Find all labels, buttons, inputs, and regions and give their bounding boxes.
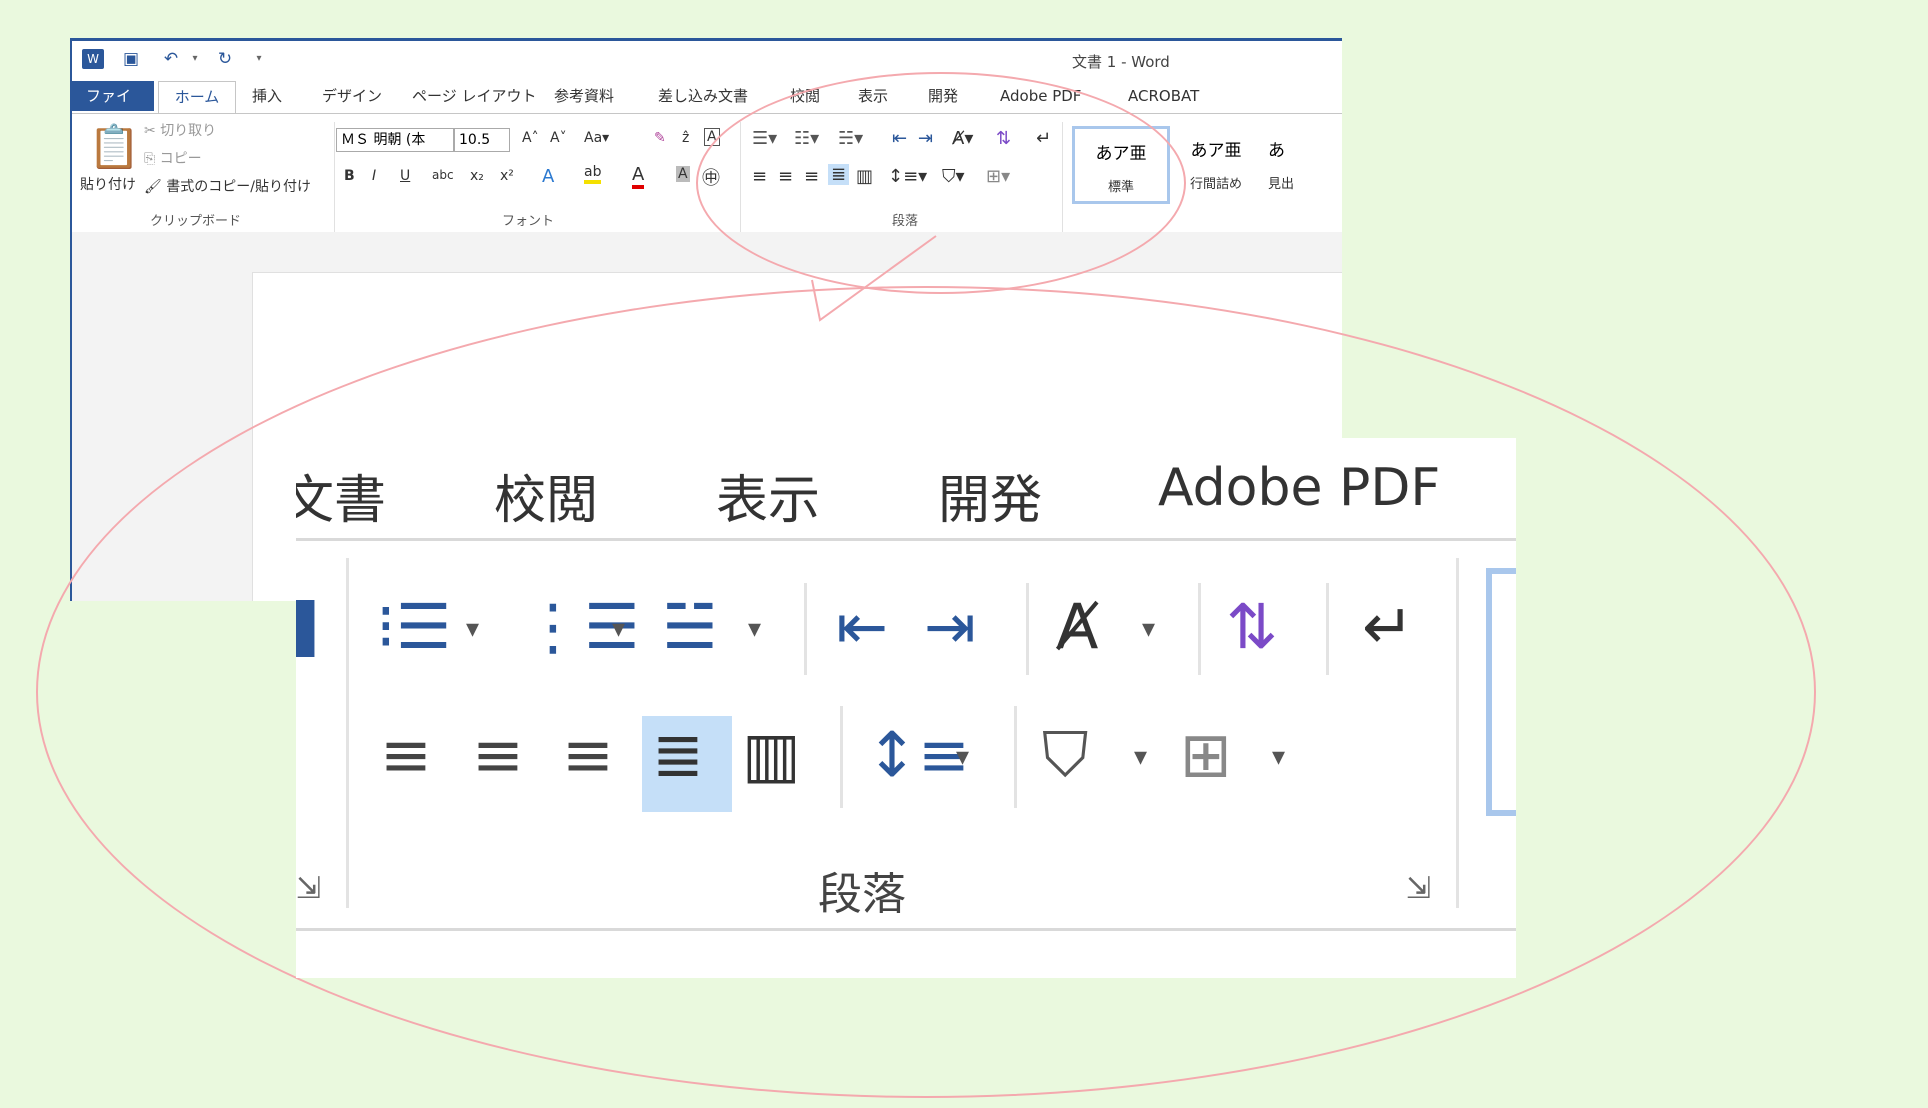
divider bbox=[334, 122, 335, 232]
divider bbox=[1326, 583, 1329, 675]
phonetic-guide-icon[interactable]: ẑ bbox=[682, 130, 689, 146]
style-sample: あ bbox=[1268, 141, 1285, 161]
multilevel-list-icon[interactable]: ☱ bbox=[662, 596, 718, 658]
bullets-icon[interactable]: ⁝☰ bbox=[376, 596, 451, 658]
cut-label: 切り取り bbox=[160, 123, 217, 139]
quick-access-toolbar: W ▣ ↶ ▾ ↻ ▾ 文書 1 - Word bbox=[72, 41, 1342, 77]
zoom-tab-view[interactable]: 表示 bbox=[716, 458, 820, 533]
style-sample: あア亜 bbox=[1190, 141, 1242, 161]
zoom-tab-mailings[interactable]: 文書 bbox=[296, 458, 386, 533]
shrink-font-icon[interactable]: A˅ bbox=[550, 130, 567, 146]
paste-label[interactable]: 貼り付け bbox=[80, 174, 136, 194]
increase-indent-icon[interactable]: ⇥ bbox=[924, 596, 976, 658]
tab-insert[interactable]: 挿入 bbox=[252, 81, 282, 111]
ribbon-top-line bbox=[296, 538, 1516, 541]
redo-icon[interactable]: ↻ bbox=[214, 49, 236, 69]
paragraph-dialog-launcher-icon[interactable]: ⇲ bbox=[1406, 858, 1431, 920]
divider bbox=[346, 558, 349, 908]
line-spacing-icon[interactable]: ↕≡ bbox=[866, 724, 970, 786]
divider bbox=[1014, 706, 1017, 808]
line-spacing-dropdown-icon[interactable]: ▾ bbox=[956, 742, 969, 772]
char-border-icon[interactable]: ▌ bbox=[296, 598, 333, 660]
style-heading[interactable]: あ 見出 bbox=[1268, 126, 1342, 198]
char-shading-icon[interactable]: A bbox=[676, 166, 690, 182]
copy-label: コピー bbox=[159, 151, 202, 167]
sort-icon[interactable]: ⇅ bbox=[1226, 596, 1278, 658]
zoom-tab-developer[interactable]: 開発 bbox=[938, 458, 1042, 533]
font-group-label: フォント bbox=[502, 214, 555, 229]
undo-icon[interactable]: ↶ bbox=[160, 49, 182, 69]
highlight-icon[interactable]: ab bbox=[584, 164, 602, 184]
divider bbox=[804, 583, 807, 675]
decrease-indent-icon[interactable]: ⇤ bbox=[836, 596, 888, 658]
styles-gallery-edge[interactable] bbox=[1486, 568, 1516, 816]
font-dialog-launcher-icon[interactable]: ⇲ bbox=[296, 858, 321, 920]
justify-icon[interactable]: ≣ bbox=[652, 724, 704, 786]
divider bbox=[840, 706, 843, 808]
align-center-icon[interactable]: ≡ bbox=[472, 724, 524, 786]
copy-button[interactable]: ⎘ コピー bbox=[144, 148, 202, 168]
text-direction-dropdown-icon[interactable]: ▾ bbox=[1142, 614, 1155, 644]
tab-home[interactable]: ホーム bbox=[158, 81, 236, 114]
divider bbox=[1456, 558, 1459, 908]
numbering-dropdown-icon[interactable]: ▾ bbox=[612, 614, 625, 644]
borders-dropdown-icon[interactable]: ▾ bbox=[1272, 742, 1285, 772]
paragraph-group-label: 段落 bbox=[818, 869, 906, 920]
format-painter-button[interactable]: 🖌 書式のコピー/貼り付け bbox=[144, 176, 311, 196]
strikethrough-icon[interactable]: abc bbox=[432, 168, 454, 182]
distributed-icon[interactable]: ▥ bbox=[742, 724, 801, 786]
subscript-icon[interactable]: x₂ bbox=[470, 168, 484, 184]
text-effects-icon[interactable]: A bbox=[542, 166, 554, 187]
cut-button[interactable]: ✂ 切り取り bbox=[144, 120, 216, 140]
underline-icon[interactable]: U bbox=[400, 168, 410, 184]
undo-dropdown-icon[interactable]: ▾ bbox=[184, 49, 206, 69]
zoom-tab-review[interactable]: 校閲 bbox=[494, 458, 598, 533]
font-size-box[interactable]: 10.5 bbox=[454, 128, 510, 152]
font-name-box[interactable]: ＭＳ 明朝 (本 bbox=[336, 128, 454, 152]
divider bbox=[1198, 583, 1201, 675]
word-app-icon: W bbox=[82, 49, 104, 69]
font-color-icon[interactable]: A bbox=[632, 164, 645, 189]
change-case-icon[interactable]: Aa▾ bbox=[584, 130, 609, 146]
multilevel-dropdown-icon[interactable]: ▾ bbox=[748, 614, 761, 644]
borders-icon[interactable]: ⊞ bbox=[1180, 724, 1232, 786]
ribbon-tabs: ファイル ホーム 挿入 デザイン ページ レイアウト 参考資料 差し込み文書 校… bbox=[72, 81, 1342, 135]
save-icon[interactable]: ▣ bbox=[120, 49, 142, 69]
clipboard-group-label: クリップボード bbox=[150, 214, 242, 229]
bullets-dropdown-icon[interactable]: ▾ bbox=[466, 614, 479, 644]
superscript-icon[interactable]: x² bbox=[500, 168, 514, 184]
format-painter-label: 書式のコピー/貼り付け bbox=[166, 179, 311, 195]
clear-format-icon[interactable]: ✎ bbox=[654, 130, 666, 146]
show-formatting-icon[interactable]: ↵ bbox=[1362, 596, 1414, 658]
align-right-icon[interactable]: ≡ bbox=[562, 724, 614, 786]
window-title: 文書 1 - Word bbox=[1072, 53, 1170, 71]
zoom-panel: 文書 校閲 表示 開発 Adobe PDF ▌ ) ⁝☰ ▾ ⋮☰ ▾ ☱ ▾ … bbox=[296, 438, 1516, 978]
bold-icon[interactable]: B bbox=[344, 168, 355, 184]
customize-qat-icon[interactable]: ▾ bbox=[248, 49, 270, 69]
paste-icon[interactable]: 📋 bbox=[88, 122, 140, 172]
shading-dropdown-icon[interactable]: ▾ bbox=[1134, 742, 1147, 772]
tab-file[interactable]: ファイル bbox=[72, 81, 154, 135]
style-name: 見出 bbox=[1268, 177, 1295, 192]
tab-mailings[interactable]: 差し込み文書 bbox=[658, 81, 748, 111]
tab-acrobat[interactable]: ACROBAT bbox=[1128, 81, 1199, 111]
zoom-tab-adobe-pdf[interactable]: Adobe PDF bbox=[1158, 458, 1440, 518]
align-left-icon[interactable]: ≡ bbox=[380, 724, 432, 786]
tab-references[interactable]: 参考資料 bbox=[554, 81, 614, 111]
tab-page-layout[interactable]: ページ レイアウト bbox=[412, 81, 536, 111]
grow-font-icon[interactable]: A˄ bbox=[522, 130, 539, 146]
ribbon-bottom-line bbox=[296, 928, 1516, 931]
divider bbox=[1026, 583, 1029, 675]
tab-design[interactable]: デザイン bbox=[322, 81, 382, 111]
shading-icon[interactable]: ⛉ bbox=[1042, 724, 1089, 786]
text-direction-icon[interactable]: Ⱥ bbox=[1056, 596, 1098, 658]
italic-icon[interactable]: I bbox=[372, 168, 376, 184]
